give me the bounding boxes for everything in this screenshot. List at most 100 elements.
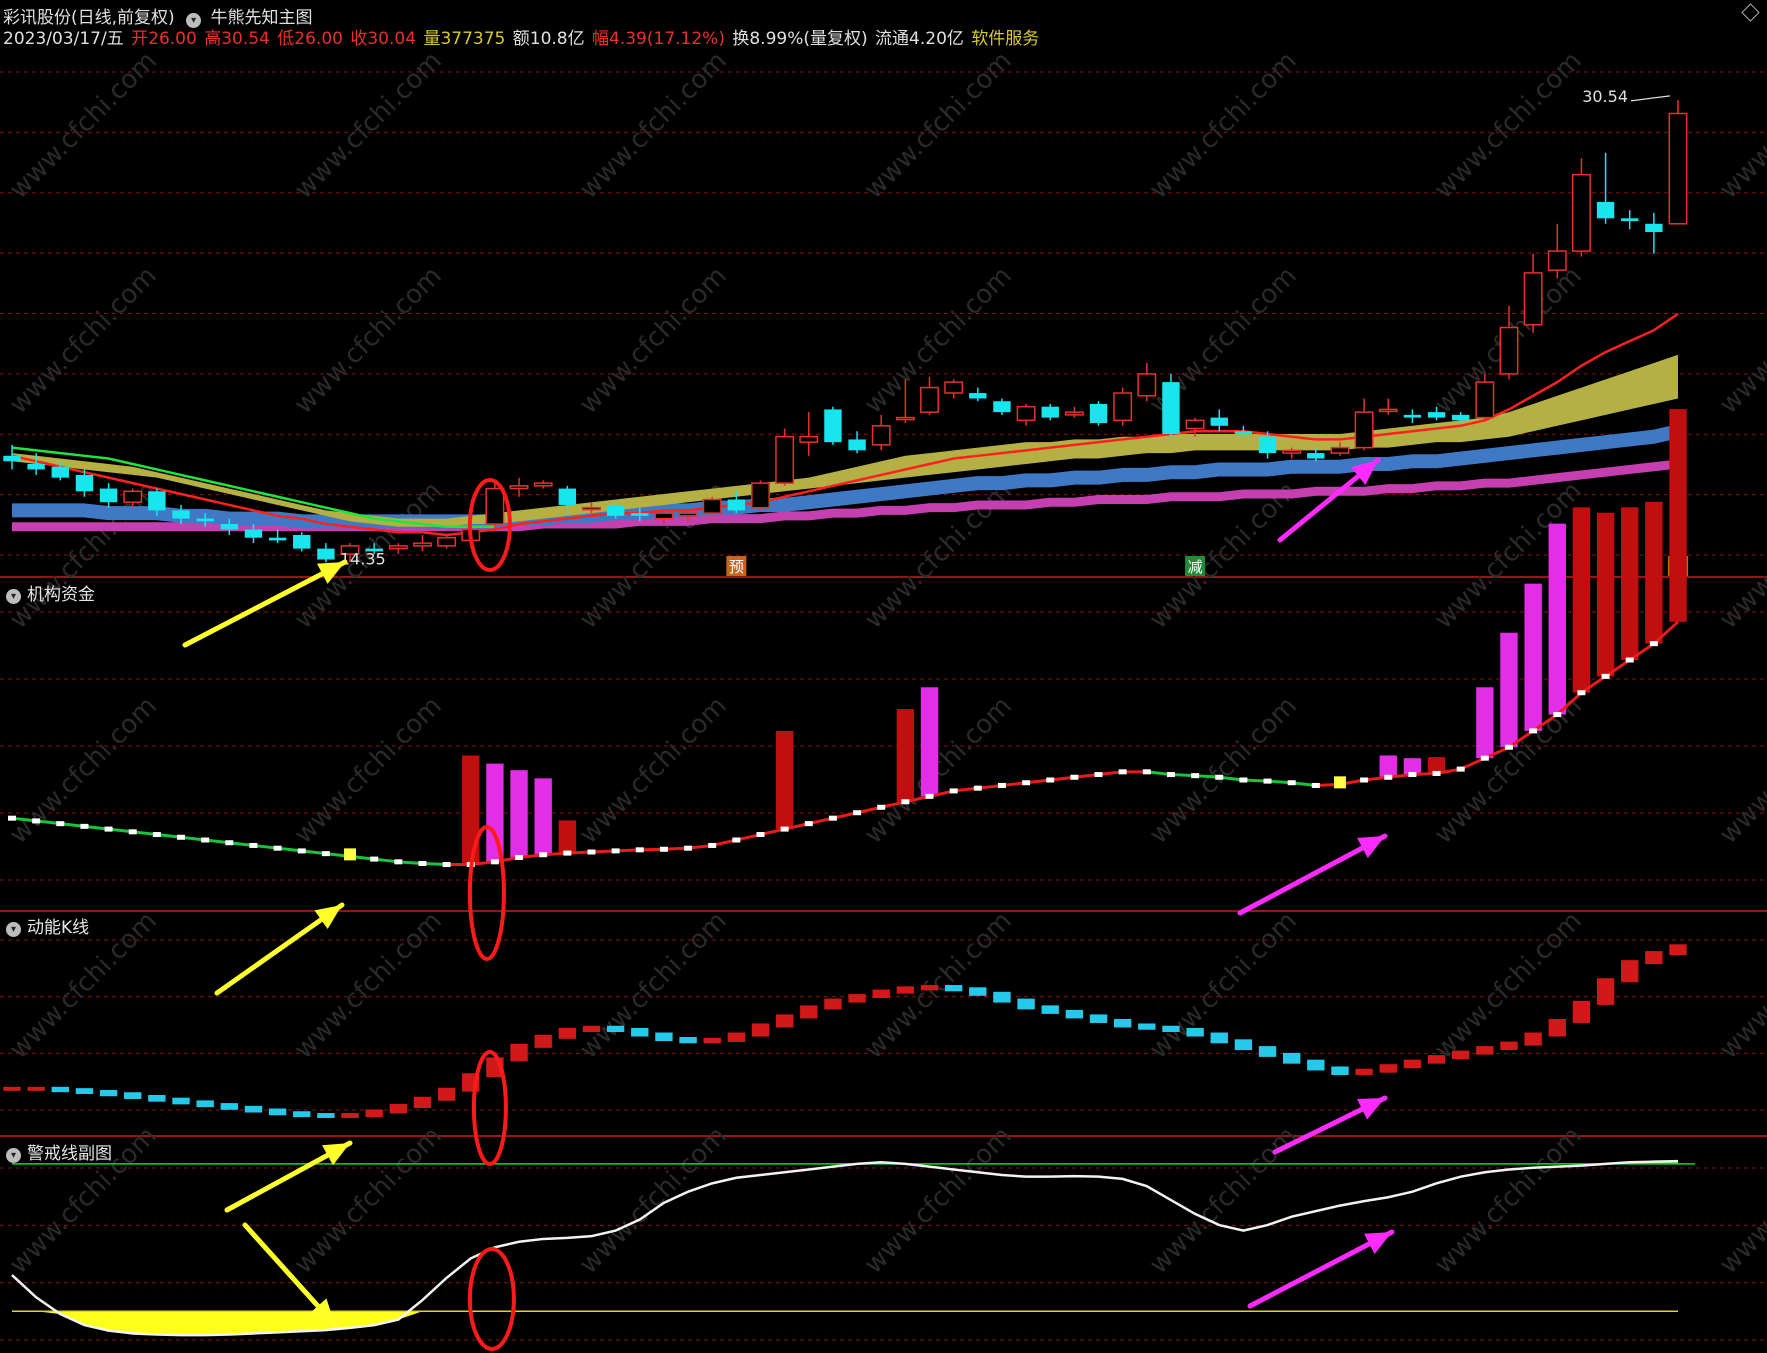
candle-body <box>1282 449 1302 454</box>
inst-dot <box>297 848 306 854</box>
amount-value: 额10.8亿 <box>512 29 585 49</box>
inst-dot <box>708 842 717 848</box>
inst-bar <box>534 778 552 855</box>
candle-body <box>1596 201 1615 219</box>
momentum-bar <box>220 1103 238 1110</box>
momentum-bar <box>1596 978 1615 1005</box>
inst-dot <box>1432 770 1441 776</box>
momentum-bar <box>848 994 866 1003</box>
watermark-text: www.cfchi.com <box>289 1121 448 1280</box>
inst-dot <box>1480 755 1489 761</box>
candle-body <box>558 488 577 505</box>
high-pointer-line <box>1630 95 1671 102</box>
volume-label: 量 <box>423 29 441 49</box>
inst-dot <box>1070 774 1079 780</box>
momentum-bar <box>631 1028 649 1037</box>
panel-title-institution[interactable]: ▾ 机构资金 <box>0 580 95 605</box>
watermark-text: www.cfchi.com <box>1144 691 1303 850</box>
momentum-bar <box>389 1104 408 1114</box>
inst-dot <box>611 848 620 854</box>
candle-body <box>631 513 649 516</box>
inst-dot <box>1263 778 1272 784</box>
candle-body <box>993 401 1011 413</box>
momentum-bar <box>124 1092 142 1099</box>
candle-body <box>1041 406 1059 418</box>
inst-dot <box>1577 690 1586 696</box>
watermark-text: www.cfchi.com <box>1714 906 1767 1065</box>
inst-bar <box>775 730 794 830</box>
inst-dot <box>1287 780 1296 786</box>
inst-dot <box>973 785 982 791</box>
inst-bar <box>896 709 915 802</box>
inst-dot <box>1118 769 1127 775</box>
momentum-bar <box>1017 998 1035 1010</box>
candle-body <box>220 524 238 530</box>
tag-yu: 预 <box>729 558 744 576</box>
candle-body <box>148 491 166 511</box>
momentum-bar <box>1210 1032 1228 1044</box>
red-highlight-ellipse <box>467 1247 516 1351</box>
inst-dot <box>780 826 789 832</box>
float-value: 流通4.20亿 <box>875 29 964 49</box>
candle-body <box>702 498 722 514</box>
inst-dot <box>587 849 596 855</box>
inst-dot <box>201 837 210 843</box>
candle-body <box>1378 408 1398 413</box>
stock-chart: www.cfchi.com www.cfchi.com www.cfchi.com w… <box>0 46 1767 1351</box>
collapse-icon[interactable]: ▾ <box>6 922 21 937</box>
watermark-text: www.cfchi.com <box>289 691 448 850</box>
momentum-bar <box>268 1108 287 1116</box>
inst-dot <box>1529 728 1538 734</box>
panel-title-warning[interactable]: ▾ 警戒线副图 <box>0 1139 112 1164</box>
candle-body <box>437 536 457 547</box>
tag-jian: 减 <box>1188 558 1203 576</box>
momentum-bar <box>1452 1050 1470 1060</box>
momentum-bar <box>1403 1059 1422 1069</box>
inst-dot <box>418 860 427 866</box>
inst-dot <box>321 851 330 857</box>
high-price-label: 30.54 <box>1582 87 1628 106</box>
candle-body <box>317 548 335 560</box>
close-value: 30.04 <box>367 29 417 49</box>
inst-dot <box>925 793 934 799</box>
candle-body <box>244 529 263 538</box>
candle-body <box>1210 417 1228 426</box>
collapse-icon[interactable]: ▾ <box>6 589 21 604</box>
panel-label: 机构资金 <box>27 585 95 605</box>
inst-dot <box>1094 772 1103 778</box>
inst-dot <box>515 854 524 860</box>
inst-dot <box>490 859 499 865</box>
industry-value[interactable]: 软件服务 <box>971 29 1039 49</box>
candle-body <box>509 485 529 490</box>
candle-body <box>1499 326 1519 375</box>
inst-dot <box>1239 777 1248 783</box>
momentum-bar <box>727 1032 746 1042</box>
momentum-bar <box>534 1034 552 1048</box>
inst-dot <box>1022 780 1031 786</box>
watermark-text: www.cfchi.com <box>859 1121 1018 1280</box>
momentum-bar <box>1572 1000 1591 1023</box>
watermark-text: www.cfchi.com <box>1714 1121 1767 1280</box>
candle-body <box>1403 414 1422 418</box>
momentum-bar <box>510 1043 528 1062</box>
inst-dot <box>1408 772 1417 778</box>
watermark-text: www.cfchi.com <box>289 261 448 420</box>
candle-body <box>895 416 915 421</box>
candle-body <box>775 435 795 484</box>
warning-white-line <box>11 1159 1679 1337</box>
momentum-bar <box>1427 1055 1446 1064</box>
watermark-text: www.cfchi.com <box>1429 906 1588 1065</box>
panel-title-momentum[interactable]: ▾ 动能K线 <box>0 913 89 938</box>
inst-bar <box>1500 632 1518 748</box>
watermark-text: www.cfchi.com <box>1714 261 1767 420</box>
collapse-icon[interactable]: ▾ <box>6 1148 21 1163</box>
watermark-text: www.cfchi.com <box>4 261 163 420</box>
candle-body <box>848 439 866 451</box>
low-value: 26.00 <box>294 29 343 49</box>
momentum-bar <box>1669 944 1687 956</box>
inst-dot <box>563 850 572 856</box>
inst-signal-yellow <box>1333 776 1346 789</box>
candle-body <box>654 512 674 520</box>
inst-dot <box>442 862 451 868</box>
candle-body <box>871 425 891 446</box>
